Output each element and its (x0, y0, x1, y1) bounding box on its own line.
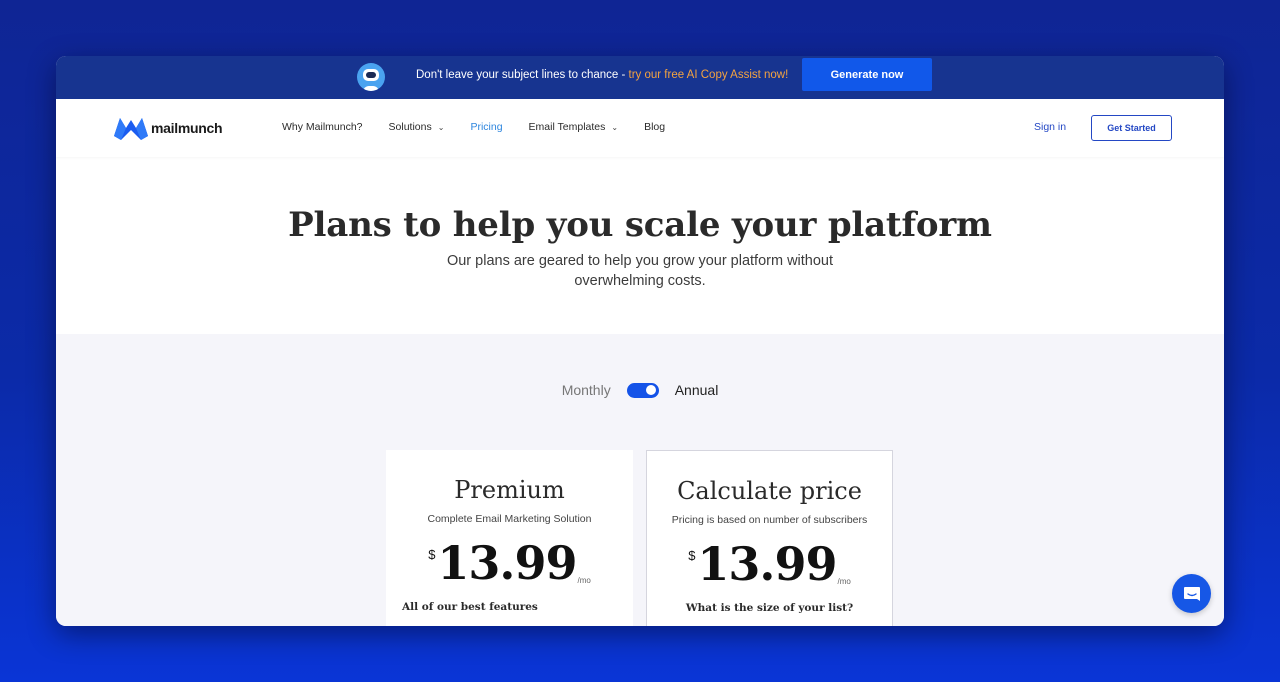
robot-avatar-icon (357, 63, 385, 91)
nav-item-label: Solutions (388, 121, 432, 133)
price-amount: 13.99 (437, 536, 577, 590)
price-period: /mo (577, 576, 591, 585)
plan-price: $ 13.99 /mo (647, 538, 892, 590)
nav-item-label: Why Mailmunch? (282, 121, 363, 133)
plan-card-calculate-price: Calculate price Pricing is based on numb… (646, 450, 893, 626)
nav-item-email-templates[interactable]: Email Templates ⌄ (529, 121, 619, 133)
plan-subtitle: Complete Email Marketing Solution (427, 513, 592, 525)
promo-banner: Don't leave your subject lines to chance… (56, 56, 1224, 99)
hero-section: Plans to help you scale your platform Ou… (56, 157, 1224, 334)
sign-in-link[interactable]: Sign in (1034, 121, 1066, 133)
brand-name: mailmunch (151, 120, 223, 136)
nav-item-label: Email Templates (528, 121, 606, 133)
chevron-down-icon: ⌄ (611, 122, 619, 132)
generate-now-button[interactable]: Generate now (802, 58, 932, 91)
chevron-down-icon: ⌄ (437, 122, 445, 132)
nav-item-solutions[interactable]: Solutions ⌄ (389, 121, 445, 133)
currency-symbol: $ (688, 548, 696, 563)
price-period: /mo (837, 577, 851, 586)
page-subtitle: Our plans are geared to help you grow yo… (446, 253, 834, 289)
mailmunch-logo-icon (114, 118, 148, 140)
plan-price: $ 13.99 /mo (386, 537, 633, 589)
chat-icon (1183, 586, 1200, 601)
brand-logo[interactable]: mailmunch (114, 116, 223, 140)
promo-message: Don't leave your subject lines to chance… (416, 69, 788, 81)
monthly-label[interactable]: Monthly (562, 382, 611, 398)
nav-item-blog[interactable]: Blog (644, 121, 665, 133)
billing-period-switch[interactable] (626, 382, 659, 398)
switch-knob (645, 385, 656, 395)
top-navigation: mailmunch Why Mailmunch? Solutions ⌄ Pri… (56, 99, 1224, 157)
plan-card-premium: Premium Complete Email Marketing Solutio… (386, 450, 633, 626)
promo-text: Don't leave your subject lines to chance… (416, 69, 629, 81)
price-amount: 13.99 (697, 537, 837, 591)
nav-item-label: Pricing (470, 121, 503, 133)
browser-window: Don't leave your subject lines to chance… (56, 56, 1224, 626)
plan-title: Premium (454, 476, 565, 504)
main-menu: Why Mailmunch? Solutions ⌄ Pricing Email… (282, 121, 691, 133)
promo-highlight-link[interactable]: try our free AI Copy Assist now! (629, 69, 789, 81)
plan-subtitle: Pricing is based on number of subscriber… (671, 514, 868, 526)
chat-launcher-button[interactable] (1172, 574, 1211, 613)
annual-label[interactable]: Annual (675, 382, 719, 398)
nav-item-why-mailmunch[interactable]: Why Mailmunch? (282, 121, 363, 133)
currency-symbol: $ (428, 547, 436, 562)
pricing-section: Monthly Annual Premium Complete Email Ma… (56, 334, 1224, 626)
nav-item-pricing[interactable]: Pricing (470, 121, 502, 133)
get-started-button[interactable]: Get Started (1091, 115, 1172, 141)
plan-title: Calculate price (677, 477, 862, 505)
plan-features-heading: All of our best features (402, 601, 538, 613)
page-title: Plans to help you scale your platform (288, 205, 992, 245)
list-size-question: What is the size of your list? (685, 602, 854, 614)
billing-toggle: Monthly Annual (56, 382, 1224, 398)
nav-item-label: Blog (644, 121, 666, 133)
